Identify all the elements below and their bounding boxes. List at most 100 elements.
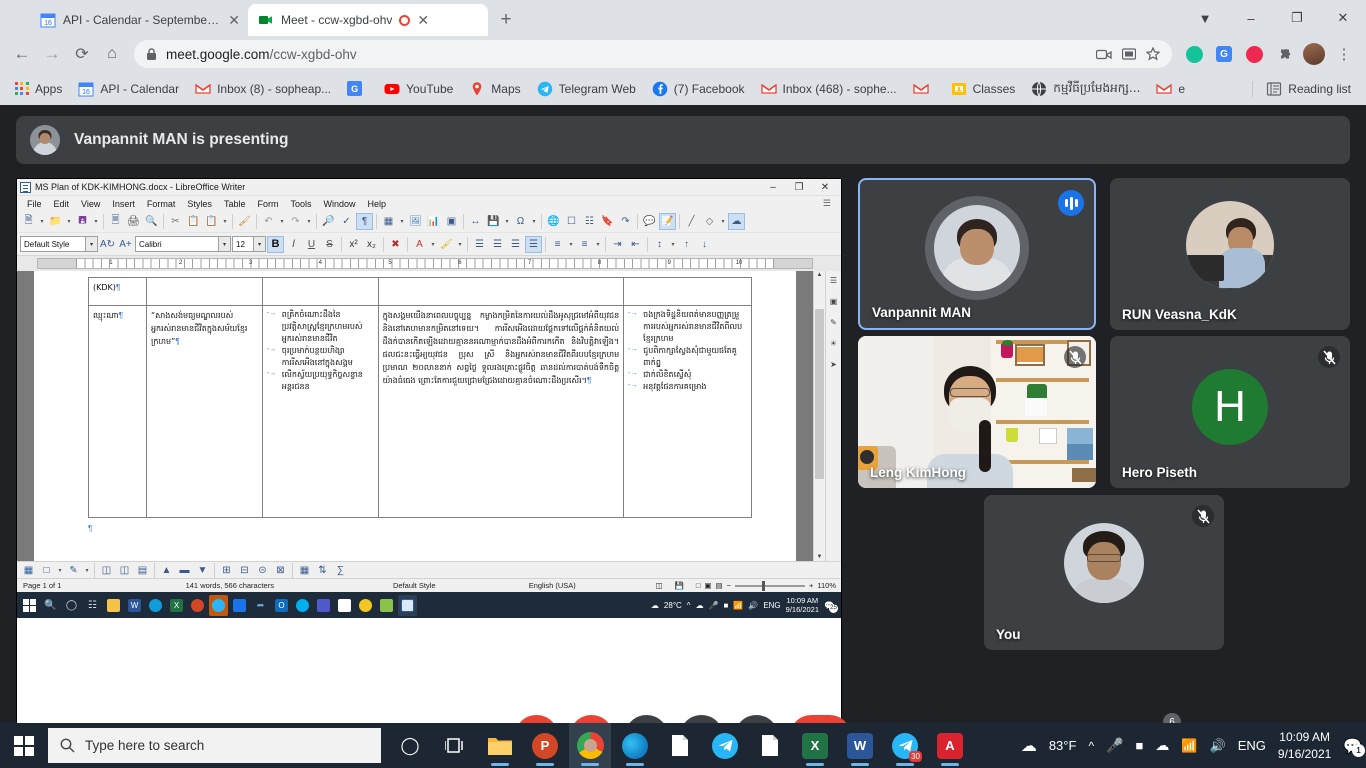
inner-chrome-icon[interactable] <box>356 595 375 616</box>
delete-column-icon[interactable]: ⊠ <box>272 562 289 579</box>
paste-icon[interactable]: 📋 <box>203 213 220 230</box>
close-button[interactable]: ✕ <box>1320 2 1366 34</box>
menu-format[interactable]: Format <box>141 199 182 209</box>
table-sort-icon[interactable]: ⇅ <box>314 562 331 579</box>
inner-edge-icon[interactable] <box>146 595 165 616</box>
zoom-out-icon[interactable]: − <box>727 581 731 590</box>
zoom-in-icon[interactable]: + <box>809 581 813 590</box>
highlight-dropdown-icon[interactable]: ▾ <box>456 236 464 253</box>
optimize-size-icon[interactable]: ▤ <box>134 562 151 579</box>
insert-text-box-icon[interactable]: ▣ <box>443 213 460 230</box>
lo-minimize-button[interactable]: – <box>760 182 786 193</box>
inner-language[interactable]: ENG <box>763 601 780 610</box>
weather-temperature[interactable]: 83°F <box>1049 738 1077 753</box>
input-language[interactable]: ENG <box>1238 738 1266 753</box>
taskbar-search-box[interactable]: Type here to search <box>48 728 381 763</box>
insert-cross-reference-icon[interactable]: ↷ <box>617 213 634 230</box>
horizontal-ruler[interactable]: 1 2 3 4 5 6 7 8 9 10 <box>17 256 841 271</box>
strikethrough-icon[interactable]: S <box>321 236 338 253</box>
wifi-icon[interactable]: 📶 <box>1181 738 1197 754</box>
font-size-combo[interactable]: 12 ▾ <box>232 236 266 252</box>
ordered-list-dropdown-icon[interactable]: ▾ <box>594 236 602 253</box>
lo-close-button[interactable]: ✕ <box>812 182 838 193</box>
task-view-icon[interactable] <box>434 723 476 768</box>
redo-icon[interactable]: ↷ <box>287 213 304 230</box>
table-cell-empty-4[interactable] <box>624 278 752 306</box>
insert-table-dropdown-icon[interactable]: ▾ <box>398 213 406 230</box>
insert-column-icon[interactable]: ⊟ <box>236 562 253 579</box>
align-center-vertical-icon[interactable]: ▬ <box>176 562 193 579</box>
menu-edit[interactable]: Edit <box>48 199 76 209</box>
bookmark-classes[interactable]: Classes <box>944 78 1023 100</box>
microphone-icon[interactable]: 🎤 <box>1106 737 1123 754</box>
cortana-icon[interactable]: ◯ <box>389 723 431 768</box>
justified-icon[interactable]: ☰ <box>525 236 542 253</box>
inner-weather-temp[interactable]: 28°C <box>664 601 682 610</box>
export-pdf-icon[interactable]: 🗏 <box>107 213 124 230</box>
paragraph-space-above-icon[interactable]: ↑ <box>678 236 695 253</box>
decrease-indent-icon[interactable]: ⇤ <box>627 236 644 253</box>
inner-battery-icon[interactable]: ■ <box>724 601 729 610</box>
chrome-icon[interactable] <box>569 723 611 768</box>
camera-icon[interactable] <box>1096 48 1112 61</box>
volume-icon[interactable]: 🔊 <box>1210 738 1226 754</box>
minimize-button[interactable]: – <box>1228 2 1274 34</box>
menu-table[interactable]: Table <box>218 199 252 209</box>
sidebar-gallery-icon[interactable]: ☀ <box>827 337 840 350</box>
save-icon[interactable]: 🖪 <box>74 213 91 230</box>
ordered-list-icon[interactable]: ≡ <box>576 236 593 253</box>
participant-tile-run-veasna[interactable]: RUN Veasna_KdK <box>1110 178 1350 330</box>
bookmark-facebook[interactable]: (7) Facebook <box>645 78 752 100</box>
edge-icon[interactable] <box>614 723 656 768</box>
menu-insert[interactable]: Insert <box>106 199 141 209</box>
bookmark-api-calendar[interactable]: 16 API - Calendar <box>71 78 186 100</box>
align-top-icon[interactable]: ▲ <box>158 562 175 579</box>
table-sum-icon[interactable]: ∑ <box>332 562 349 579</box>
basic-shapes-icon[interactable]: ◇ <box>701 213 718 230</box>
font-color-icon[interactable]: A <box>411 236 428 253</box>
border-style-dropdown-icon[interactable]: ▾ <box>56 562 64 579</box>
inner-weather-icon[interactable]: ☁ <box>651 601 659 610</box>
excel-icon[interactable]: X <box>794 723 836 768</box>
insert-bookmark-icon[interactable]: 🔖 <box>599 213 616 230</box>
powerpoint-icon[interactable]: P <box>524 723 566 768</box>
grammarly-icon[interactable] <box>1180 40 1208 68</box>
inner-teams-icon[interactable] <box>314 595 333 616</box>
reading-list-button[interactable]: Reading list <box>1259 78 1358 100</box>
formatting-marks-icon[interactable]: ¶ <box>356 213 373 230</box>
new-style-icon[interactable]: A+ <box>117 236 134 253</box>
insert-hyperlink-icon[interactable]: 🌐 <box>545 213 562 230</box>
inner-libreoffice-calc-icon[interactable] <box>377 595 396 616</box>
font-name-combo[interactable]: Calibri ▾ <box>135 236 231 252</box>
update-style-icon[interactable]: A↻ <box>99 236 116 253</box>
new-document-icon[interactable]: 🗎 <box>20 213 37 230</box>
clone-formatting-icon[interactable]: 🖌 <box>236 213 253 230</box>
insert-comment-icon[interactable]: 💬 <box>641 213 658 230</box>
insert-table-icon[interactable]: ▦ <box>380 213 397 230</box>
inner-file-explorer-icon[interactable] <box>104 595 123 616</box>
inner-start-icon[interactable] <box>20 595 39 616</box>
maximize-button[interactable]: ❐ <box>1274 2 1320 34</box>
zoom-level[interactable]: 110% <box>817 581 836 590</box>
single-page-view-icon[interactable]: □ <box>696 581 701 590</box>
save-dropdown-icon[interactable]: ▾ <box>92 213 100 230</box>
cut-icon[interactable]: ✂ <box>167 213 184 230</box>
inner-zoom-icon[interactable]: ➦ <box>251 595 270 616</box>
insert-special-character-icon[interactable]: Ω <box>512 213 529 230</box>
bookmark-apps[interactable]: Apps <box>8 79 69 99</box>
align-center-icon[interactable]: ☰ <box>489 236 506 253</box>
insert-field-icon[interactable]: 💾 <box>485 213 502 230</box>
inner-cortana-icon[interactable]: ◯ <box>62 595 81 616</box>
table-properties-icon[interactable]: ▦ <box>20 562 37 579</box>
split-cells-icon[interactable]: ◫ <box>116 562 133 579</box>
forward-icon[interactable]: → <box>38 40 66 68</box>
new-dropdown-icon[interactable]: ▾ <box>38 213 46 230</box>
paragraph-space-below-icon[interactable]: ↓ <box>696 236 713 253</box>
address-bar[interactable]: meet.google.com/ccw-xgbd-ohv <box>134 40 1172 68</box>
file-explorer-icon[interactable] <box>479 723 521 768</box>
inner-meet-icon[interactable] <box>230 595 249 616</box>
vertical-scrollbar[interactable]: ▲ ▼ <box>813 271 825 561</box>
menu-view[interactable]: View <box>75 199 106 209</box>
document-table[interactable]: (KDK)¶ ឈ្មុះណា¶ “សាងសង់មធ្យមណ្ឌលរបស់អ្នក… <box>88 277 752 518</box>
inner-skype-icon[interactable] <box>293 595 312 616</box>
